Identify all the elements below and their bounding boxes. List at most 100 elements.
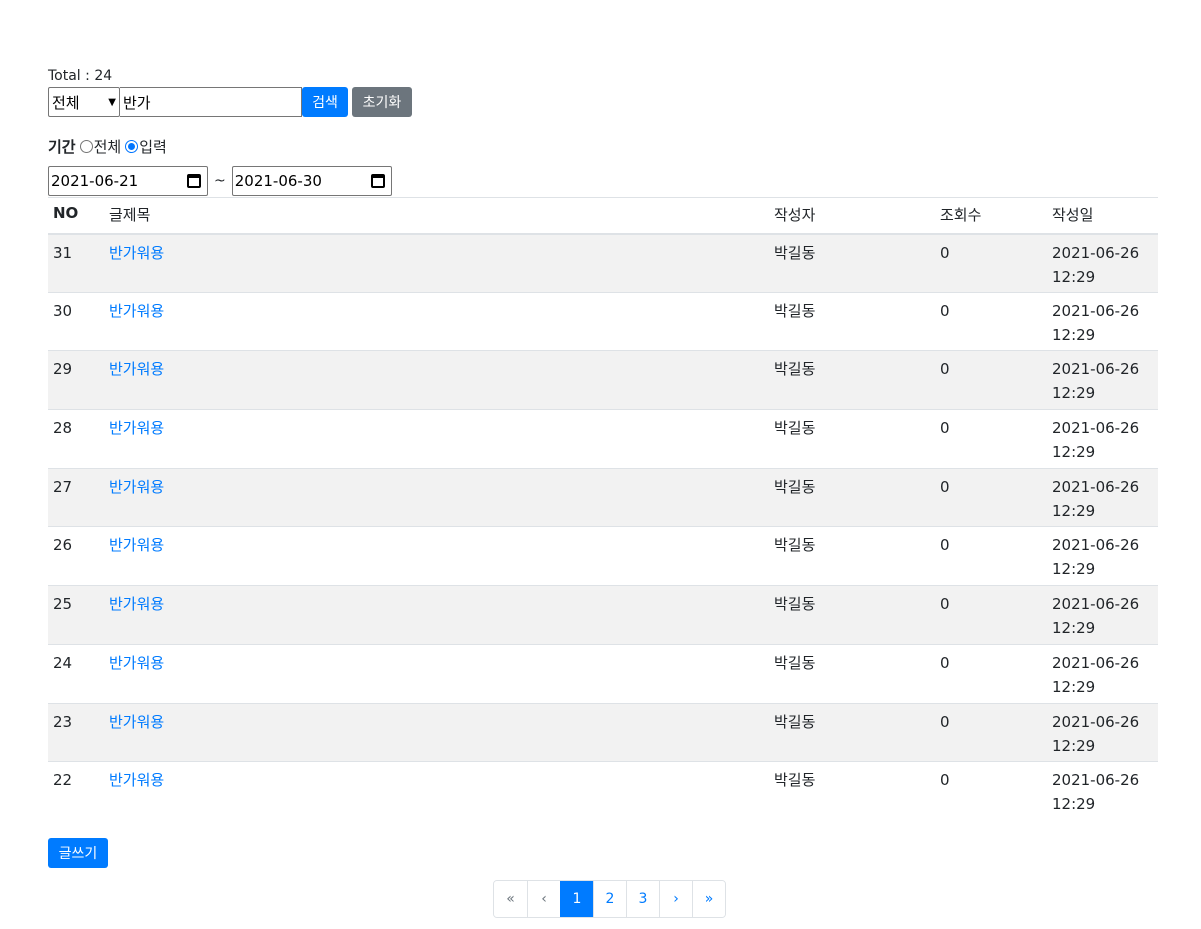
post-date: 2021-06-26 [1052, 477, 1140, 496]
post-title-link[interactable]: 반가워용 [109, 360, 164, 378]
post-title-link[interactable]: 반가워용 [109, 536, 164, 554]
cell-author: 박길동 [774, 712, 816, 731]
cell-date: 2021-06-26 12:29 [1047, 468, 1158, 527]
period-input-label: 입력 [139, 137, 167, 156]
post-time: 12:29 [1052, 267, 1096, 286]
cell-date: 2021-06-26 12:29 [1047, 527, 1158, 586]
calendar-icon[interactable] [370, 174, 385, 188]
cell-date: 2021-06-26 12:29 [1047, 292, 1158, 351]
cell-author: 박길동 [774, 477, 816, 496]
post-date: 2021-06-26 [1052, 536, 1140, 555]
post-title-link[interactable]: 반가워용 [109, 654, 164, 672]
page-prev-button[interactable]: ‹ [527, 881, 560, 917]
cell-author: 박길동 [774, 243, 816, 262]
cell-author: 박길동 [774, 771, 816, 790]
board-container: Total : 24 전체 ▼ 반가 검색 초기화 기간 전체 입력 2021-… [48, 66, 1158, 869]
start-date-input[interactable]: 2021-06-21 [48, 166, 208, 196]
end-date-input[interactable]: 2021-06-30 [231, 166, 392, 196]
cell-no: 22 [53, 771, 73, 790]
cell-title: 반가워용 [104, 351, 769, 410]
cell-author: 박길동 [774, 419, 816, 438]
post-title-link[interactable]: 반가워용 [109, 595, 164, 613]
cell-date: 2021-06-26 12:29 [1047, 410, 1158, 469]
cell-no: 30 [53, 301, 73, 320]
cell-author: 박길동 [774, 301, 816, 320]
post-time: 12:29 [1052, 619, 1096, 638]
search-category-value: 전체 [52, 93, 80, 112]
post-time: 12:29 [1052, 560, 1096, 579]
post-time: 12:29 [1052, 677, 1096, 696]
cell-no: 29 [53, 360, 73, 379]
cell-views: 0 [940, 771, 950, 790]
cell-title: 반가워용 [104, 527, 769, 586]
post-time: 12:29 [1052, 736, 1096, 755]
cell-author: 박길동 [774, 536, 816, 555]
period-all-radio[interactable] [79, 139, 93, 153]
cell-views: 0 [940, 360, 950, 379]
chevron-down-icon: ▼ [108, 96, 116, 108]
table-row: 28 반가워용 박길동 0 2021-06-26 12:29 [48, 409, 1158, 469]
table-row: 24 반가워용 박길동 0 2021-06-26 12:29 [48, 644, 1158, 703]
cell-date: 2021-06-26 12:29 [1047, 703, 1158, 762]
post-time: 12:29 [1052, 443, 1096, 462]
reset-button[interactable]: 초기화 [352, 87, 412, 117]
cell-title: 반가워용 [104, 468, 769, 527]
post-time: 12:29 [1052, 325, 1096, 344]
cell-author: 박길동 [774, 653, 816, 672]
period-filter: 기간 전체 입력 [48, 136, 1158, 156]
page-last-button[interactable]: » [692, 881, 725, 917]
post-title-link[interactable]: 반가워용 [109, 302, 164, 320]
cell-title: 반가워용 [104, 644, 769, 703]
table-row: 22 반가워용 박길동 0 2021-06-26 12:29 [48, 761, 1158, 821]
post-date: 2021-06-26 [1052, 653, 1140, 672]
header-no: NO [48, 197, 104, 235]
post-title-link[interactable]: 반가워용 [109, 478, 164, 496]
calendar-icon[interactable] [187, 174, 201, 188]
header-author: 작성자 [769, 197, 935, 235]
cell-no: 24 [53, 653, 73, 672]
page-button[interactable]: 1 [560, 881, 593, 917]
cell-date: 2021-06-26 12:29 [1047, 762, 1158, 821]
page-button[interactable]: 3 [626, 881, 659, 917]
post-time: 12:29 [1052, 384, 1096, 403]
cell-views: 0 [940, 653, 950, 672]
period-input-radio[interactable] [125, 139, 139, 153]
search-button[interactable]: 검색 [302, 87, 348, 117]
search-input[interactable]: 반가 [120, 87, 302, 117]
cell-date: 2021-06-26 12:29 [1047, 351, 1158, 410]
table-row: 27 반가워용 박길동 0 2021-06-26 12:29 [48, 468, 1158, 527]
post-date: 2021-06-26 [1052, 712, 1140, 731]
post-date: 2021-06-26 [1052, 301, 1140, 320]
table-row: 25 반가워용 박길동 0 2021-06-26 12:29 [48, 585, 1158, 645]
post-title-link[interactable]: 반가워용 [109, 713, 164, 731]
cell-author: 박길동 [774, 595, 816, 614]
cell-title: 반가워용 [104, 292, 769, 351]
write-button[interactable]: 글쓰기 [48, 838, 108, 869]
page-button[interactable]: 2 [593, 881, 626, 917]
post-date: 2021-06-26 [1052, 419, 1140, 438]
post-title-link[interactable]: 반가워용 [109, 771, 164, 789]
cell-title: 반가워용 [104, 762, 769, 821]
header-views: 조회수 [935, 197, 1047, 235]
search-bar: 전체 ▼ 반가 검색 초기화 [48, 87, 1158, 117]
table-header-row: NO 글제목 작성자 조회수 작성일 [48, 197, 1158, 235]
header-title: 글제목 [104, 197, 769, 235]
cell-views: 0 [940, 243, 950, 262]
search-category-select[interactable]: 전체 ▼ [48, 87, 120, 117]
start-date-value: 2021-06-21 [51, 172, 139, 190]
pagination: « ‹ 1 2 3 › » [493, 880, 726, 918]
cell-views: 0 [940, 536, 950, 555]
cell-views: 0 [940, 712, 950, 731]
cell-views: 0 [940, 477, 950, 496]
cell-title: 반가워용 [104, 410, 769, 469]
cell-no: 25 [53, 595, 73, 614]
cell-date: 2021-06-26 12:29 [1047, 644, 1158, 703]
page-first-button[interactable]: « [494, 881, 527, 917]
cell-no: 23 [53, 712, 73, 731]
post-date: 2021-06-26 [1052, 771, 1140, 790]
cell-views: 0 [940, 301, 950, 320]
cell-title: 반가워용 [104, 703, 769, 762]
post-title-link[interactable]: 반가워용 [109, 244, 164, 262]
page-next-button[interactable]: › [659, 881, 692, 917]
post-title-link[interactable]: 반가워용 [109, 419, 164, 437]
